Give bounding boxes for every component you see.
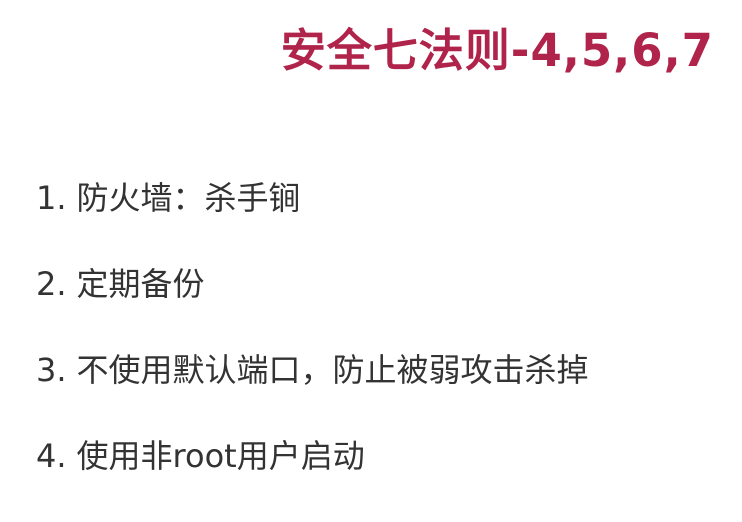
list-item: 3. 不使用默认端口，防止被弱攻击杀掉 — [36, 350, 589, 436]
slide: 安全七法则-4,5,6,7 1. 防火墙：杀手锏 2. 定期备份 3. 不使用默认端口… — [0, 0, 742, 504]
list-item-number: 4. — [36, 437, 67, 475]
list-item-number: 2. — [36, 265, 67, 303]
list-item-text: 定期备份 — [76, 265, 205, 303]
rules-list: 1. 防火墙：杀手锏 2. 定期备份 3. 不使用默认端口，防止被弱攻击杀掉 4. 使用… — [36, 178, 589, 522]
list-item-number: 3. — [36, 351, 67, 389]
list-item-text: 防火墙：杀手锏 — [76, 179, 301, 217]
list-item-text: 使用非root用户启动 — [76, 437, 365, 475]
list-item-number: 1. — [36, 179, 67, 217]
list-item: 1. 防火墙：杀手锏 — [36, 178, 589, 264]
list-item: 4. 使用非root用户启动 — [36, 436, 589, 522]
list-item-text: 不使用默认端口，防止被弱攻击杀掉 — [76, 351, 589, 389]
slide-title: 安全七法则-4,5,6,7 — [280, 24, 714, 77]
list-item: 2. 定期备份 — [36, 264, 589, 350]
